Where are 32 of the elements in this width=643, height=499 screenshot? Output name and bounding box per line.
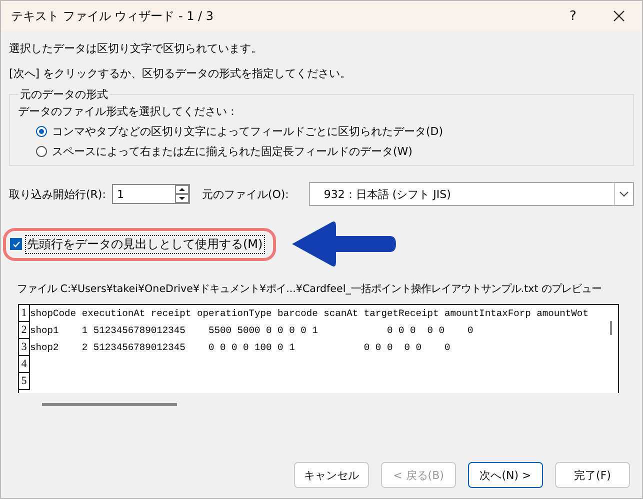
dialog-button[interactable]: 完了(F): [555, 462, 630, 488]
row-number: 4: [19, 356, 30, 373]
instruction-text: 選択したデータは区切り文字で区切られています。: [9, 41, 263, 56]
spin-arrows-icon[interactable]: [174, 185, 189, 203]
row-number: 2: [19, 322, 30, 339]
checkbox-label[interactable]: 先頭行をデータの見出しとして使用する(M): [25, 234, 265, 254]
radio-label[interactable]: スペースによって右または左に揃えられた固定長フィールドのデータ(W): [52, 144, 412, 159]
start-row-label: 取り込み開始行(R):: [9, 186, 106, 202]
dialog-button[interactable]: キャンセル: [294, 462, 369, 488]
origin-dropdown[interactable]: 932：日本語 (シフト JIS): [308, 182, 634, 206]
window-title: テキスト ファイル ウィザード - 1 / 3: [11, 8, 215, 24]
row-number: 3: [19, 339, 30, 356]
preview-line: shop1 1 5123456789012345 5500 5000 0 0 0 0 1 0 0 0 0 0 0: [30, 324, 474, 338]
radio-button[interactable]: [36, 126, 47, 137]
row-number: 1: [19, 305, 30, 322]
dialog-button[interactable]: 次へ(N) >: [468, 462, 543, 488]
help-button[interactable]: ?: [550, 1, 596, 31]
radio-label[interactable]: コンマやタブなどの区切り文字によってフィールドごとに区切られたデータ(D): [52, 124, 444, 139]
prompt-text: データのファイル形式を選択してください：: [18, 104, 239, 119]
origin-label: 元のファイル(O):: [202, 186, 289, 202]
start-row-spinner[interactable]: 1: [112, 184, 190, 204]
preview-title: ファイル C:¥Users¥takei¥OneDrive¥ドキュメント¥ポイ...¥Cardfeel_一括ポイント操作レイアウトサンプル.txt のプレビュー: [17, 282, 603, 296]
checkbox[interactable]: [10, 238, 22, 250]
radio-button[interactable]: [36, 146, 47, 157]
group-title: 元のデータの形式: [19, 87, 109, 102]
row-number: 5: [19, 373, 30, 390]
instruction-text: [次へ] をクリックするか、区切るデータの形式を指定してください。: [9, 66, 352, 81]
horizontal-scrollbar-thumb[interactable]: [42, 403, 177, 406]
vertical-scrollbar-thumb[interactable]: [610, 321, 612, 335]
close-icon: [613, 10, 625, 22]
preview-line: shop2 2 5123456789012345 0 0 0 0 100 0 1 0 0 0 0 0 0: [30, 341, 452, 355]
preview-line: shopCode executionAt receipt operationType barcode scanAt targetReceipt amountIntaxForp amountWot: [30, 307, 588, 321]
